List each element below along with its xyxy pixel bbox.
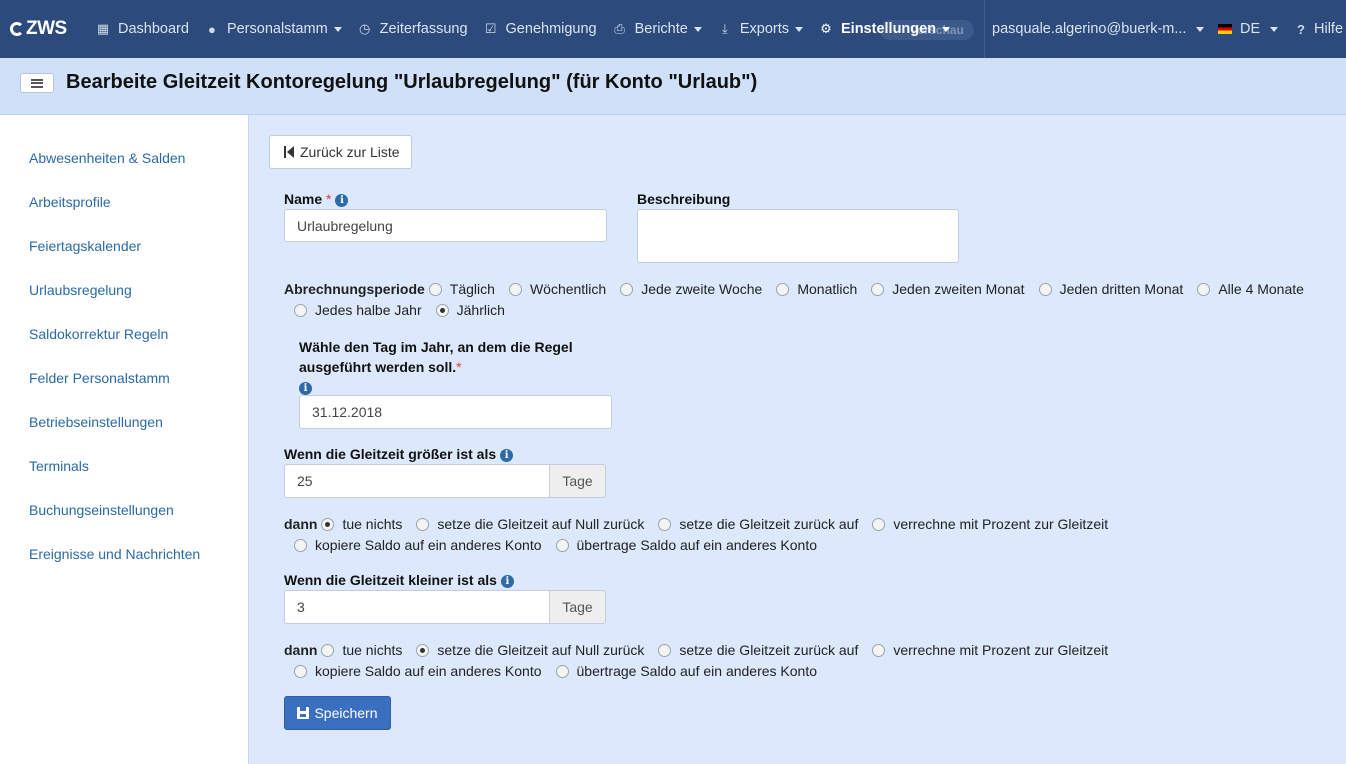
language-dropdown[interactable]: DE [1210,0,1286,58]
name-label: Name * i [284,191,349,207]
greater-action-transfer[interactable]: übertrage Saldo auf ein anderes Konto [555,537,817,553]
chevron-down-icon [693,26,702,32]
period-label: Abrechnungsperiode [284,281,425,297]
period-option-halfyear[interactable]: Jedes halbe Jahr [294,302,422,318]
period-option-4months[interactable]: Alle 4 Monate [1197,281,1304,297]
sidebar-item-abwesenheiten[interactable]: Abwesenheiten & Salden [29,150,185,166]
greater-action-percent[interactable]: verrechne mit Prozent zur Gleitzeit [872,516,1108,532]
back-to-list-button[interactable]: Zurück zur Liste [269,135,412,169]
less-action-reset-zero[interactable]: setze die Gleitzeit auf Null zurück [416,642,644,658]
logo-c-icon [10,22,24,36]
check-square-icon: ☑ [484,21,497,36]
period-option-monthly[interactable]: Monatlich [776,281,857,297]
required-marker: * [326,191,332,207]
sidebar-item-ereignisse[interactable]: Ereignisse und Nachrichten [29,546,200,562]
less-than-unit: Tage [549,590,606,624]
less-action-percent[interactable]: verrechne mit Prozent zur Gleitzeit [872,642,1108,658]
less-action-copy[interactable]: kopiere Saldo auf ein anderes Konto [294,663,542,679]
gear-icon: ⚙ [820,21,832,36]
description-label: Beschreibung [637,191,731,207]
period-option-bimonthly[interactable]: Jeden zweiten Monat [871,281,1025,297]
nav-zeiterfassung[interactable]: ◷ Zeiterfassung [350,0,476,58]
info-icon[interactable]: i [500,449,514,462]
greater-action-copy[interactable]: kopiere Saldo auf ein anderes Konto [294,537,542,553]
page-title: Bearbeite Gleitzeit Kontoregelung "Urlau… [66,71,758,93]
period-radio-group-line2: Jedes halbe Jahr Jährlich [294,302,519,318]
chevron-down-icon [942,26,951,32]
sidebar-item-terminals[interactable]: Terminals [29,458,89,474]
sidebar-item-arbeitsprofile[interactable]: Arbeitsprofile [29,194,111,210]
execution-day-label: Wähle den Tag im Jahr, an dem die Regel … [299,339,573,395]
less-than-label: Wenn die Gleitzeit kleiner ist als i [284,572,514,588]
less-action-nothing[interactable]: tue nichts [321,642,402,658]
period-option-daily[interactable]: Täglich [428,281,495,297]
greater-action-radio-group-line2: kopiere Saldo auf ein anderes Konto über… [294,537,831,553]
chevron-down-icon [1270,26,1279,32]
print-icon: ⎙ [614,21,625,36]
sidebar-item-felder-personalstamm[interactable]: Felder Personalstamm [29,370,170,386]
user-dropdown[interactable]: pasquale.algerino@buerk-m... [984,0,1212,58]
chevron-down-icon [795,26,803,32]
period-option-yearly[interactable]: Jährlich [435,302,505,318]
nav-help[interactable]: ? Hilfe [1286,0,1346,58]
german-flag-icon [1218,24,1232,34]
period-option-quarterly[interactable]: Jeden dritten Monat [1038,281,1183,297]
nav-user-menu[interactable]: pasquale.algerino@buerk-m... [984,0,1212,58]
info-icon[interactable]: i [500,575,514,588]
sidebar-toggle-button[interactable] [20,73,54,93]
period-radio-group: Abrechnungsperiode Täglich Wöchentlich J… [284,281,1304,297]
nav-berichte[interactable]: ⎙ Berichte [605,0,710,58]
sidebar-item-urlaubsregelung[interactable]: Urlaubsregelung [29,282,132,298]
then-label: dann [284,642,318,658]
nav-personalstamm[interactable]: ● Personalstamm [197,0,350,58]
nav-genehmigung[interactable]: ☑ Genehmigung [476,0,605,58]
description-textarea[interactable] [637,209,959,263]
less-action-radio-group: dann tue nichts setze die Gleitzeit auf … [284,642,1122,658]
sidebar-item-saldokorrektur[interactable]: Saldokorrektur Regeln [29,326,168,342]
floppy-disk-icon [297,707,310,719]
zws-logo[interactable]: ZWS [0,0,88,58]
greater-action-reset-zero[interactable]: setze die Gleitzeit auf Null zurück [416,516,644,532]
sidebar-item-betriebseinstellungen[interactable]: Betriebseinstellungen [29,414,163,430]
nav-exports[interactable]: ⤓ Exports [710,0,811,58]
download-icon: ⤓ [721,21,728,36]
then-label: dann [284,516,318,532]
step-backward-icon [284,146,294,158]
clock-icon: ◷ [359,21,371,36]
radio-selected [435,303,449,317]
less-than-input[interactable]: 3 [284,590,550,624]
radio-selected [321,517,335,531]
greater-action-nothing[interactable]: tue nichts [321,516,402,532]
user-icon: ● [208,21,216,37]
period-option-biweekly[interactable]: Jede zweite Woche [620,281,762,297]
list-icon [31,78,43,88]
execution-date-input[interactable]: 31.12.2018 [299,395,612,429]
save-button[interactable]: Speichern [284,696,391,730]
sidebar: Abwesenheiten & Salden Arbeitsprofile Fe… [0,115,249,764]
nav-dashboard[interactable]: ▦ Dashboard [88,0,197,58]
nav-language[interactable]: DE [1210,0,1286,58]
greater-than-input[interactable]: 25 [284,464,550,498]
sidebar-item-feiertagskalender[interactable]: Feiertagskalender [29,238,141,254]
less-action-transfer[interactable]: übertrage Saldo auf ein anderes Konto [555,663,817,679]
sidebar-item-buchungseinstellungen[interactable]: Buchungseinstellungen [29,502,174,518]
greater-than-unit: Tage [549,464,606,498]
radio-selected [416,643,430,657]
greater-action-radio-group: dann tue nichts setze die Gleitzeit auf … [284,516,1122,532]
greater-action-reset-to[interactable]: setze die Gleitzeit zurück auf [658,516,858,532]
less-action-radio-group-line2: kopiere Saldo auf ein anderes Konto über… [294,663,831,679]
help-link[interactable]: ? Hilfe [1286,0,1346,58]
info-icon[interactable]: i [335,194,349,207]
question-icon: ? [1297,21,1305,37]
chevron-down-icon [333,26,342,32]
chevron-down-icon [1196,26,1205,32]
name-input[interactable]: Urlaubregelung [284,209,607,242]
period-option-weekly[interactable]: Wöchentlich [508,281,606,297]
required-marker: * [456,359,462,375]
less-action-reset-to[interactable]: setze die Gleitzeit zurück auf [658,642,858,658]
grid-icon: ▦ [96,21,110,36]
nav-einstellungen[interactable]: ⚙ Einstellungen [811,0,958,58]
info-icon[interactable]: i [299,382,312,395]
greater-than-label: Wenn die Gleitzeit größer ist als i [284,446,514,462]
